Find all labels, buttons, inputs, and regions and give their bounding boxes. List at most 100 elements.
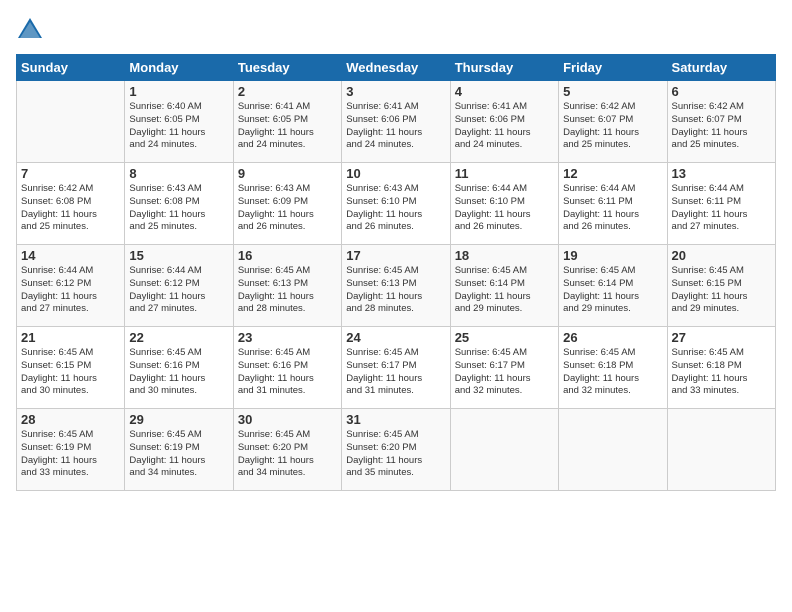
- logo-icon: [16, 16, 44, 44]
- calendar-cell: 2Sunrise: 6:41 AMSunset: 6:05 PMDaylight…: [233, 81, 341, 163]
- calendar-table: SundayMondayTuesdayWednesdayThursdayFrid…: [16, 54, 776, 491]
- calendar-cell: 17 Sunrise: 6:45 AMSunset: 6:13 PMDayligh…: [342, 245, 450, 327]
- day-info: Sunrise: 6:45 AMSunset: 6:18 PMDaylight:…: [563, 347, 662, 398]
- day-number: 19: [563, 248, 662, 263]
- calendar-cell: 13Sunrise: 6:44 AMSunset: 6:11 PMDayligh…: [667, 163, 775, 245]
- day-number: 24: [346, 330, 445, 345]
- calendar-cell: 18Sunrise: 6:45 AMSunset: 6:14 PMDayligh…: [450, 245, 558, 327]
- header-day-saturday: Saturday: [667, 55, 775, 81]
- calendar-cell: [450, 409, 558, 491]
- day-number: 4: [455, 84, 554, 99]
- day-number: 27: [672, 330, 771, 345]
- day-info: Sunrise: 6:45 AMSunset: 6:16 PMDaylight:…: [238, 347, 337, 398]
- day-info: Sunrise: 6:45 AMSunset: 6:13 PMDaylight:…: [346, 265, 445, 316]
- header: [16, 16, 776, 44]
- calendar-cell: 22 Sunrise: 6:45 AMSunset: 6:16 PMDayligh…: [125, 327, 233, 409]
- logo: [16, 16, 46, 44]
- day-info: Sunrise: 6:45 AMSunset: 6:16 PMDaylight:…: [129, 347, 228, 398]
- header-day-wednesday: Wednesday: [342, 55, 450, 81]
- day-info: Sunrise: 6:40 AMSunset: 6:05 PMDaylight:…: [129, 101, 228, 152]
- calendar-cell: 6 Sunrise: 6:42 AMSunset: 6:07 PMDaylight…: [667, 81, 775, 163]
- day-number: 3: [346, 84, 445, 99]
- day-number: 8: [129, 166, 228, 181]
- day-number: 7: [21, 166, 120, 181]
- calendar-cell: 25 Sunrise: 6:45 AMSunset: 6:17 PMDayligh…: [450, 327, 558, 409]
- calendar-week-row: 7 Sunrise: 6:42 AMSunset: 6:08 PMDaylight…: [17, 163, 776, 245]
- calendar-cell: 16 Sunrise: 6:45 AMSunset: 6:13 PMDayligh…: [233, 245, 341, 327]
- calendar-cell: 9 Sunrise: 6:43 AMSunset: 6:09 PMDaylight…: [233, 163, 341, 245]
- calendar-week-row: 28 Sunrise: 6:45 AMSunset: 6:19 PMDayligh…: [17, 409, 776, 491]
- day-info: Sunrise: 6:41 AMSunset: 6:06 PMDaylight:…: [455, 101, 554, 152]
- day-number: 5: [563, 84, 662, 99]
- day-info: Sunrise: 6:45 AMSunset: 6:13 PMDaylight:…: [238, 265, 337, 316]
- day-number: 30: [238, 412, 337, 427]
- day-info: Sunrise: 6:43 AMSunset: 6:09 PMDaylight:…: [238, 183, 337, 234]
- day-number: 1: [129, 84, 228, 99]
- header-day-thursday: Thursday: [450, 55, 558, 81]
- calendar-cell: 1 Sunrise: 6:40 AMSunset: 6:05 PMDaylight…: [125, 81, 233, 163]
- calendar-week-row: 21 Sunrise: 6:45 AMSunset: 6:15 PMDayligh…: [17, 327, 776, 409]
- header-day-friday: Friday: [559, 55, 667, 81]
- day-number: 2: [238, 84, 337, 99]
- day-number: 14: [21, 248, 120, 263]
- day-number: 16: [238, 248, 337, 263]
- day-number: 22: [129, 330, 228, 345]
- day-info: Sunrise: 6:42 AMSunset: 6:07 PMDaylight:…: [672, 101, 771, 152]
- calendar-cell: 19 Sunrise: 6:45 AMSunset: 6:14 PMDayligh…: [559, 245, 667, 327]
- calendar-cell: 21 Sunrise: 6:45 AMSunset: 6:15 PMDayligh…: [17, 327, 125, 409]
- day-number: 26: [563, 330, 662, 345]
- day-info: Sunrise: 6:45 AMSunset: 6:15 PMDaylight:…: [21, 347, 120, 398]
- day-info: Sunrise: 6:44 AMSunset: 6:12 PMDaylight:…: [21, 265, 120, 316]
- day-number: 13: [672, 166, 771, 181]
- day-number: 29: [129, 412, 228, 427]
- day-number: 12: [563, 166, 662, 181]
- day-info: Sunrise: 6:43 AMSunset: 6:08 PMDaylight:…: [129, 183, 228, 234]
- calendar-cell: [17, 81, 125, 163]
- day-info: Sunrise: 6:45 AMSunset: 6:17 PMDaylight:…: [455, 347, 554, 398]
- calendar-week-row: 1 Sunrise: 6:40 AMSunset: 6:05 PMDaylight…: [17, 81, 776, 163]
- calendar-week-row: 14 Sunrise: 6:44 AMSunset: 6:12 PMDayligh…: [17, 245, 776, 327]
- day-info: Sunrise: 6:45 AMSunset: 6:14 PMDaylight:…: [563, 265, 662, 316]
- header-day-sunday: Sunday: [17, 55, 125, 81]
- day-info: Sunrise: 6:44 AMSunset: 6:10 PMDaylight:…: [455, 183, 554, 234]
- day-info: Sunrise: 6:42 AMSunset: 6:07 PMDaylight:…: [563, 101, 662, 152]
- day-number: 23: [238, 330, 337, 345]
- calendar-cell: 30Sunrise: 6:45 AMSunset: 6:20 PMDayligh…: [233, 409, 341, 491]
- calendar-cell: 7 Sunrise: 6:42 AMSunset: 6:08 PMDaylight…: [17, 163, 125, 245]
- day-number: 9: [238, 166, 337, 181]
- calendar-cell: 8 Sunrise: 6:43 AMSunset: 6:08 PMDaylight…: [125, 163, 233, 245]
- day-info: Sunrise: 6:45 AMSunset: 6:20 PMDaylight:…: [346, 429, 445, 480]
- day-info: Sunrise: 6:43 AMSunset: 6:10 PMDaylight:…: [346, 183, 445, 234]
- page-container: SundayMondayTuesdayWednesdayThursdayFrid…: [0, 0, 792, 612]
- day-number: 17: [346, 248, 445, 263]
- day-number: 25: [455, 330, 554, 345]
- day-number: 28: [21, 412, 120, 427]
- day-info: Sunrise: 6:45 AMSunset: 6:18 PMDaylight:…: [672, 347, 771, 398]
- calendar-cell: 14 Sunrise: 6:44 AMSunset: 6:12 PMDayligh…: [17, 245, 125, 327]
- day-info: Sunrise: 6:44 AMSunset: 6:12 PMDaylight:…: [129, 265, 228, 316]
- day-info: Sunrise: 6:41 AMSunset: 6:06 PMDaylight:…: [346, 101, 445, 152]
- calendar-cell: 24 Sunrise: 6:45 AMSunset: 6:17 PMDayligh…: [342, 327, 450, 409]
- calendar-cell: 29 Sunrise: 6:45 AMSunset: 6:19 PMDayligh…: [125, 409, 233, 491]
- calendar-cell: 31 Sunrise: 6:45 AMSunset: 6:20 PMDayligh…: [342, 409, 450, 491]
- day-info: Sunrise: 6:45 AMSunset: 6:14 PMDaylight:…: [455, 265, 554, 316]
- day-number: 15: [129, 248, 228, 263]
- day-info: Sunrise: 6:42 AMSunset: 6:08 PMDaylight:…: [21, 183, 120, 234]
- day-info: Sunrise: 6:45 AMSunset: 6:17 PMDaylight:…: [346, 347, 445, 398]
- header-day-tuesday: Tuesday: [233, 55, 341, 81]
- calendar-cell: 4 Sunrise: 6:41 AMSunset: 6:06 PMDaylight…: [450, 81, 558, 163]
- day-number: 21: [21, 330, 120, 345]
- calendar-cell: 26 Sunrise: 6:45 AMSunset: 6:18 PMDayligh…: [559, 327, 667, 409]
- calendar-cell: [667, 409, 775, 491]
- calendar-cell: 20Sunrise: 6:45 AMSunset: 6:15 PMDayligh…: [667, 245, 775, 327]
- calendar-cell: 15 Sunrise: 6:44 AMSunset: 6:12 PMDayligh…: [125, 245, 233, 327]
- day-info: Sunrise: 6:44 AMSunset: 6:11 PMDaylight:…: [563, 183, 662, 234]
- calendar-cell: 3 Sunrise: 6:41 AMSunset: 6:06 PMDaylight…: [342, 81, 450, 163]
- day-info: Sunrise: 6:45 AMSunset: 6:19 PMDaylight:…: [21, 429, 120, 480]
- calendar-cell: 28 Sunrise: 6:45 AMSunset: 6:19 PMDayligh…: [17, 409, 125, 491]
- day-number: 6: [672, 84, 771, 99]
- calendar-cell: 27 Sunrise: 6:45 AMSunset: 6:18 PMDayligh…: [667, 327, 775, 409]
- calendar-cell: 12 Sunrise: 6:44 AMSunset: 6:11 PMDayligh…: [559, 163, 667, 245]
- day-number: 31: [346, 412, 445, 427]
- day-info: Sunrise: 6:45 AMSunset: 6:19 PMDaylight:…: [129, 429, 228, 480]
